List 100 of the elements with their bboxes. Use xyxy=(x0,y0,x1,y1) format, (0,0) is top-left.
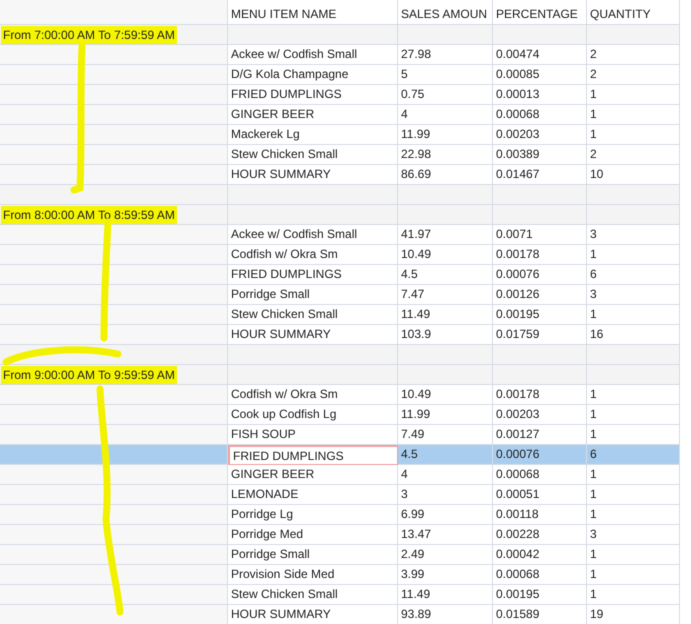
hour-range-label: From 7:00:00 AM To 7:59:59 AM xyxy=(1,26,177,44)
table-cell[interactable]: GINGER BEER xyxy=(228,105,398,125)
table-cell[interactable]: HOUR SUMMARY xyxy=(228,165,398,185)
table-cell[interactable]: FRIED DUMPLINGS xyxy=(228,265,398,285)
table-cell: 2 xyxy=(587,145,680,165)
table-cell[interactable]: Mackerek Lg xyxy=(228,125,398,145)
table-cell: 1 xyxy=(587,505,680,525)
table-cell[interactable]: Porridge Lg xyxy=(228,505,398,525)
hour-range-label: From 9:00:00 AM To 9:59:59 AM xyxy=(1,366,177,384)
table-cell[interactable]: Porridge Small xyxy=(228,545,398,565)
table-cell: 1 xyxy=(587,485,680,505)
table-cell: 2 xyxy=(587,65,680,85)
table-cell: 0.00051 xyxy=(493,485,587,505)
table-cell[interactable]: FRIED DUMPLINGS xyxy=(228,445,398,465)
table-cell: 27.98 xyxy=(398,45,493,65)
table-cell: 11.49 xyxy=(398,585,493,605)
table-cell: 0.00118 xyxy=(493,505,587,525)
table-cell[interactable]: Stew Chicken Small xyxy=(228,145,398,165)
table-cell: 1 xyxy=(587,565,680,585)
table-cell[interactable]: D/G Kola Champagne xyxy=(228,65,398,85)
table-cell: 0.00068 xyxy=(493,565,587,585)
table-cell: 3.99 xyxy=(398,565,493,585)
table-cell: 16 xyxy=(587,325,680,345)
table-cell: 0.00228 xyxy=(493,525,587,545)
table-cell: 5 xyxy=(398,65,493,85)
table-cell: 1 xyxy=(587,585,680,605)
table-cell: 2.49 xyxy=(398,545,493,565)
table-cell: 0.00474 xyxy=(493,45,587,65)
table-cell: 1 xyxy=(587,425,680,445)
table-cell: 0.00195 xyxy=(493,585,587,605)
table-cell[interactable]: Stew Chicken Small xyxy=(228,585,398,605)
table-cell: 0.00076 xyxy=(493,445,587,465)
column-header: MENU ITEM NAME xyxy=(228,0,398,25)
column-header: SALES AMOUN xyxy=(398,0,493,25)
table-cell: 22.98 xyxy=(398,145,493,165)
table-cell: 11.49 xyxy=(398,305,493,325)
table-cell: 13.47 xyxy=(398,525,493,545)
table-cell[interactable]: LEMONADE xyxy=(228,485,398,505)
table-cell: 1 xyxy=(587,85,680,105)
table-cell: 11.99 xyxy=(398,125,493,145)
table-cell: 4.5 xyxy=(398,265,493,285)
column-header: QUANTITY xyxy=(587,0,680,25)
table-cell: 103.9 xyxy=(398,325,493,345)
table-cell[interactable]: GINGER BEER xyxy=(228,465,398,485)
table-cell: 0.00127 xyxy=(493,425,587,445)
table-cell: 0.00203 xyxy=(493,125,587,145)
table-cell[interactable]: Codfish w/ Okra Sm xyxy=(228,385,398,405)
table-cell: 4 xyxy=(398,105,493,125)
table-cell: 1 xyxy=(587,465,680,485)
table-cell: 0.01759 xyxy=(493,325,587,345)
table-cell: 0.00013 xyxy=(493,85,587,105)
table-cell: 4.5 xyxy=(398,445,493,465)
table-cell: 6 xyxy=(587,265,680,285)
table-cell: 1 xyxy=(587,125,680,145)
table-cell: 11.99 xyxy=(398,405,493,425)
table-cell: 0.00076 xyxy=(493,265,587,285)
table-cell: 0.00178 xyxy=(493,385,587,405)
table-cell: 41.97 xyxy=(398,225,493,245)
table-cell: 0.00178 xyxy=(493,245,587,265)
table-cell[interactable]: HOUR SUMMARY xyxy=(228,325,398,345)
table-cell: 2 xyxy=(587,45,680,65)
table-cell: 3 xyxy=(587,525,680,545)
table-cell: 1 xyxy=(587,405,680,425)
table-cell: 6 xyxy=(587,445,680,465)
table-cell: 1 xyxy=(587,105,680,125)
table-cell: 0.01589 xyxy=(493,605,587,624)
table-cell[interactable]: FISH SOUP xyxy=(228,425,398,445)
table-cell: 0.00126 xyxy=(493,285,587,305)
table-cell[interactable]: Porridge Med xyxy=(228,525,398,545)
table-cell: 7.49 xyxy=(398,425,493,445)
table-cell[interactable]: FRIED DUMPLINGS xyxy=(228,85,398,105)
table-cell[interactable]: Provision Side Med xyxy=(228,565,398,585)
table-cell: 10.49 xyxy=(398,385,493,405)
table-cell: 86.69 xyxy=(398,165,493,185)
table-cell: 10 xyxy=(587,165,680,185)
table-cell[interactable]: Codfish w/ Okra Sm xyxy=(228,245,398,265)
table-cell[interactable]: Ackee w/ Codfish Small xyxy=(228,45,398,65)
table-cell[interactable]: Ackee w/ Codfish Small xyxy=(228,225,398,245)
table-cell: 0.00195 xyxy=(493,305,587,325)
table-cell: 1 xyxy=(587,545,680,565)
table-cell: 0.00203 xyxy=(493,405,587,425)
table-cell: 0.00068 xyxy=(493,105,587,125)
table-cell: 0.00389 xyxy=(493,145,587,165)
table-cell: 3 xyxy=(398,485,493,505)
table-cell[interactable]: Cook up Codfish Lg xyxy=(228,405,398,425)
table-cell: 0.00042 xyxy=(493,545,587,565)
table-cell[interactable]: Porridge Small xyxy=(228,285,398,305)
table-cell: 1 xyxy=(587,305,680,325)
table-cell: 1 xyxy=(587,385,680,405)
table-cell: 0.0071 xyxy=(493,225,587,245)
table-cell[interactable]: Stew Chicken Small xyxy=(228,305,398,325)
table-cell: 7.47 xyxy=(398,285,493,305)
table-cell: 6.99 xyxy=(398,505,493,525)
table-cell: 0.00085 xyxy=(493,65,587,85)
column-header: PERCENTAGE xyxy=(493,0,587,25)
table-cell: 4 xyxy=(398,465,493,485)
table-cell: 3 xyxy=(587,225,680,245)
hour-range-label: From 8:00:00 AM To 8:59:59 AM xyxy=(1,206,177,224)
table-cell: 10.49 xyxy=(398,245,493,265)
table-cell: 0.01467 xyxy=(493,165,587,185)
